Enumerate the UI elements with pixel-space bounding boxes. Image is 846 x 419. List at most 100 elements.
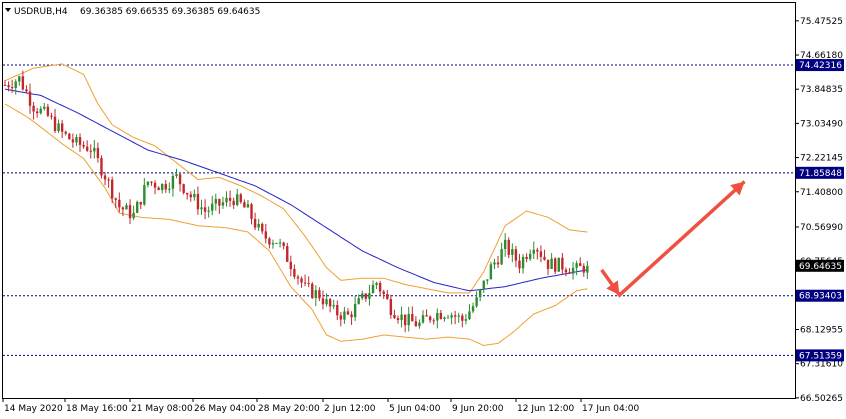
x-tick-label: 18 May 16:00: [66, 404, 128, 414]
candle-body: [7, 85, 10, 88]
x-tick-label: 26 May 04:00: [194, 404, 256, 414]
candle-body: [396, 318, 400, 321]
candle-body: [278, 242, 282, 244]
candle-body: [68, 133, 71, 140]
candle-body: [89, 150, 92, 152]
candle-body: [575, 263, 578, 268]
candle-body: [371, 284, 375, 294]
candle-body: [418, 322, 421, 327]
candle-body: [39, 108, 42, 114]
candle-body: [443, 317, 446, 319]
candle-body: [96, 147, 100, 158]
candle-body: [207, 210, 210, 212]
candle-body: [475, 297, 478, 307]
price-chart[interactable]: USDRUB,H4 69.36385 69.66535 69.36385 69.…: [0, 0, 846, 419]
candle-body: [264, 231, 268, 239]
candle-body: [257, 223, 260, 228]
candle-body: [300, 278, 303, 283]
candle-body: [175, 174, 178, 176]
candle-body: [78, 137, 82, 145]
candle-body: [43, 106, 46, 109]
level-label-2-text: 71.85848: [799, 169, 842, 179]
projection-arrow-line: [600, 180, 746, 298]
candle-body: [3, 84, 7, 86]
candle-body: [18, 76, 21, 82]
candle-body: [518, 260, 521, 269]
candle-body: [60, 123, 64, 132]
plot-frame: [2, 2, 796, 399]
level-label-1-text: 74.42316: [799, 61, 842, 71]
candle-body: [336, 305, 339, 316]
candle-body: [193, 194, 196, 198]
candle-body: [375, 282, 378, 285]
candle-body: [457, 315, 460, 317]
candle-body: [321, 298, 325, 305]
candle-body: [579, 263, 582, 267]
candle-body: [564, 269, 568, 273]
candle-body: [436, 312, 439, 321]
candle-body: [243, 202, 246, 208]
candle-body: [293, 269, 296, 277]
candle-body: [57, 123, 60, 132]
candle-body: [214, 199, 217, 204]
candle-body: [275, 242, 278, 244]
candle-body: [318, 290, 321, 299]
y-tick-label: 71.40800: [800, 188, 843, 198]
candle-body: [425, 315, 428, 317]
candle-body: [314, 290, 318, 298]
candle-body: [446, 317, 450, 319]
x-tick-label: 5 Jun 04:00: [389, 404, 441, 414]
candle-body: [586, 265, 589, 273]
candle-body: [296, 276, 300, 279]
candle-body: [146, 181, 150, 186]
y-tick-label: 72.22145: [800, 154, 843, 164]
candle-body: [236, 194, 239, 205]
candle-body: [153, 182, 157, 188]
candle-body: [364, 293, 368, 299]
candle-body: [346, 311, 350, 315]
candle-body: [554, 258, 557, 272]
candle-body: [121, 207, 125, 210]
candle-body: [468, 311, 471, 320]
candle-body: [561, 257, 564, 270]
candle-body: [453, 315, 457, 317]
candle-body: [361, 293, 364, 299]
candle-body: [143, 185, 146, 205]
candle-body: [514, 249, 518, 261]
candle-body: [53, 116, 57, 132]
candle-body: [100, 157, 103, 176]
candle-body: [303, 282, 307, 284]
candle-body: [171, 175, 175, 189]
chevron-down-icon[interactable]: [5, 8, 11, 12]
candle-body: [164, 183, 167, 190]
candle-body: [511, 249, 514, 255]
candle-body: [421, 315, 425, 323]
candle-body: [228, 197, 232, 201]
candle-body: [168, 188, 171, 190]
candle-body: [389, 298, 393, 316]
candle-body: [543, 256, 546, 260]
candle-body: [250, 204, 253, 219]
candle-body: [282, 242, 285, 247]
candle-body: [150, 181, 153, 183]
candle-body: [403, 314, 407, 326]
y-tick-label: 68.12955: [800, 326, 843, 336]
candle-body: [357, 298, 360, 304]
candle-body: [200, 207, 203, 210]
candle-body: [118, 199, 121, 208]
candle-body: [493, 262, 496, 265]
candle-body: [507, 239, 510, 255]
candle-body: [10, 87, 14, 89]
candle-body: [114, 198, 117, 200]
candle-body: [110, 179, 114, 199]
candle-body: [103, 175, 107, 180]
current-price-label-text: 69.64635: [799, 262, 842, 272]
moving-average: [4, 88, 588, 292]
x-tick-label: 21 May 08:00: [131, 404, 193, 414]
candle-body: [125, 205, 128, 210]
candle-body: [471, 306, 475, 312]
candle-body: [482, 280, 485, 290]
candle-body: [35, 111, 39, 114]
y-tick-label: 73.84835: [800, 85, 843, 95]
candle-body: [328, 299, 332, 307]
